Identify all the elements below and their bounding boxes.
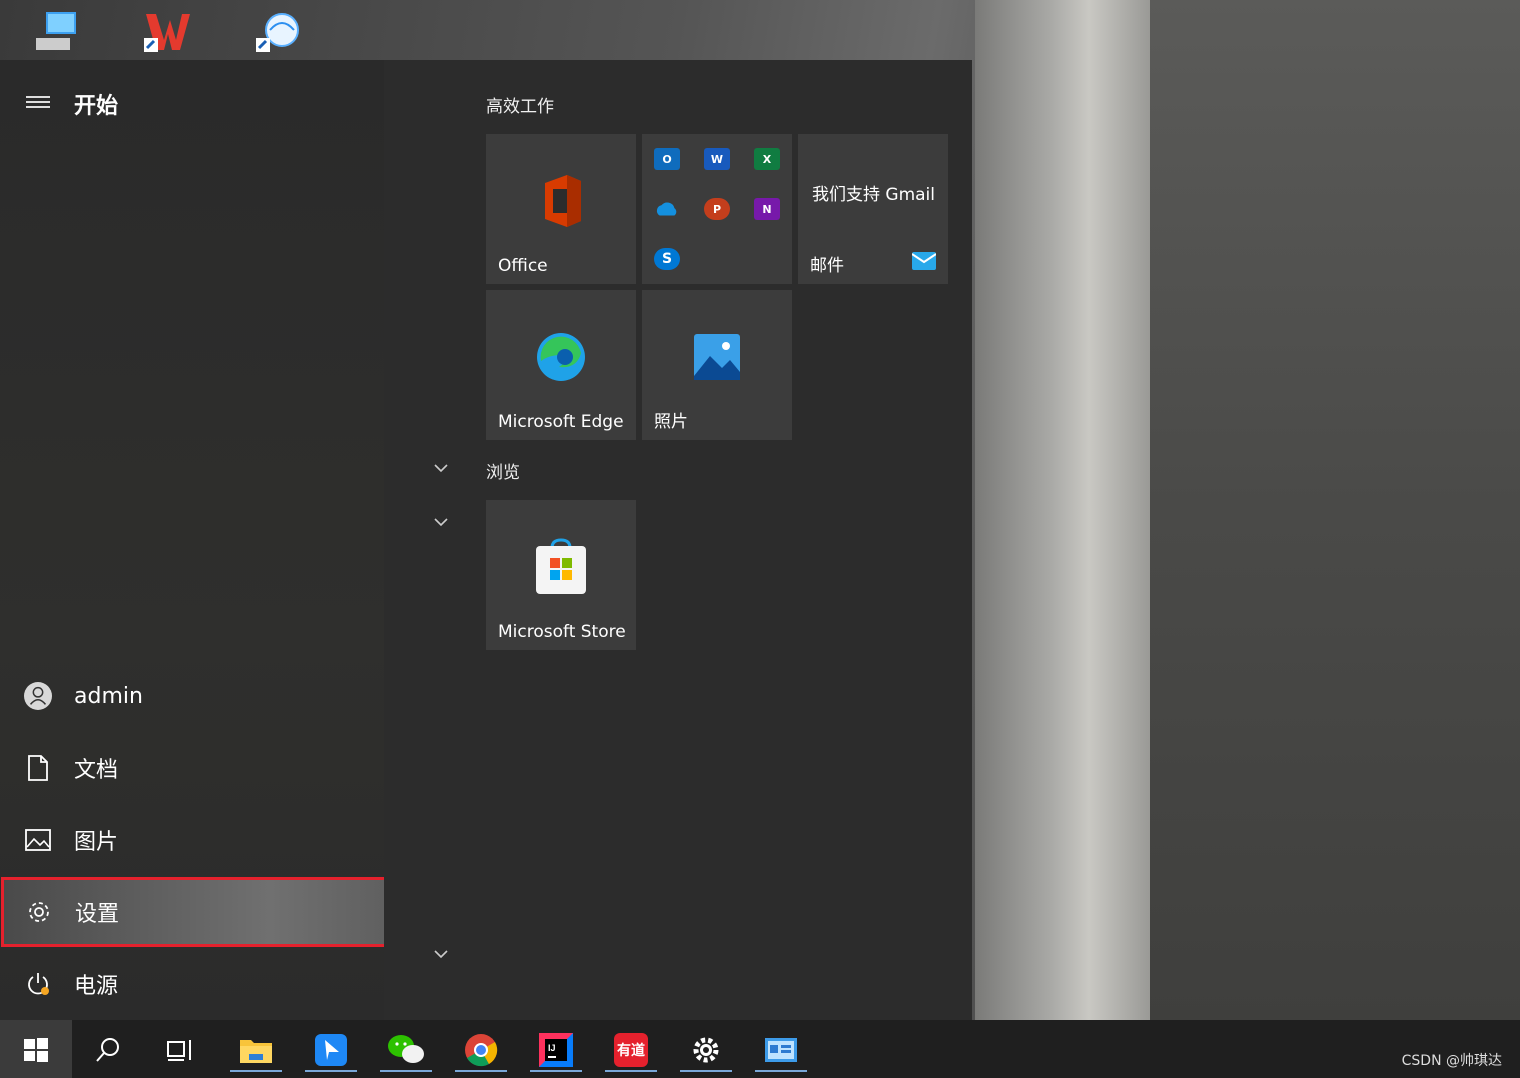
running-indicator [605,1070,657,1072]
running-indicator [455,1070,507,1072]
wallpaper-dark-rock [1150,0,1520,1020]
nav-power[interactable]: 电源 [0,952,384,1016]
network-desktop-icon[interactable] [256,10,304,54]
running-indicator [230,1070,282,1072]
nav-power-label: 电源 [74,974,119,999]
search-icon [96,1038,119,1062]
gear-icon [25,898,53,926]
nav-pictures-label: 图片 [74,830,119,855]
taskbar-settings[interactable] [676,1028,736,1072]
taskbar-file-explorer[interactable] [226,1028,286,1072]
taskbar-intellij[interactable]: IJ [526,1028,586,1072]
chevron-down-icon[interactable] [433,944,449,959]
user-avatar-icon [24,682,52,710]
onenote-icon: N [754,198,780,220]
nav-pictures[interactable]: 图片 [0,808,384,872]
powerpoint-icon: P [704,198,730,220]
picture-icon [24,826,52,854]
feishu-icon [315,1034,347,1066]
skype-icon: S [654,248,680,270]
wallpaper-light-rock [975,0,1165,1020]
tile-photos[interactable]: 照片 [642,290,792,440]
running-indicator [755,1070,807,1072]
store-bag-icon [534,538,588,600]
taskbar-youdao[interactable]: 有道 [601,1028,661,1072]
start-button[interactable] [0,1020,72,1078]
nav-settings[interactable]: 设置 [1,877,387,947]
task-view-button[interactable] [150,1028,210,1072]
group-title-productivity[interactable]: 高效工作 [486,92,554,117]
this-pc-desktop-icon[interactable] [32,10,80,54]
tile-office-apps[interactable]: O W X P N S [642,134,792,284]
folder-icon [240,1040,272,1063]
tile-edge[interactable]: Microsoft Edge [486,290,636,440]
chrome-icon [465,1034,498,1067]
tile-mail-gmail-text: 我们支持 Gmail [812,185,936,205]
tile-mail-label: 邮件 [810,256,844,276]
task-view-icon [167,1040,191,1061]
chevron-down-icon[interactable] [433,458,449,473]
taskbar-feishu[interactable] [301,1028,361,1072]
search-button[interactable] [78,1028,138,1072]
start-menu-left-pane [0,60,384,1020]
taskbar-wechat[interactable] [376,1028,436,1072]
nav-user[interactable]: admin [0,664,384,728]
outlook-icon: O [654,148,680,170]
tile-office-label: Office [498,256,548,276]
group-title-browse[interactable]: 浏览 [486,458,520,483]
tile-mail[interactable]: 我们支持 Gmail 邮件 [798,134,948,284]
intellij-icon: IJ [539,1033,573,1067]
power-icon [24,970,52,998]
taskbar-chrome[interactable] [451,1028,511,1072]
tile-store-label: Microsoft Store [498,622,626,642]
taskbar-control-panel[interactable] [751,1028,811,1072]
wechat-icon [388,1035,424,1063]
csdn-watermark: CSDN @帅琪达 [1401,1053,1502,1069]
tile-photos-label: 照片 [654,412,688,432]
tile-store[interactable]: Microsoft Store [486,500,636,650]
chevron-down-icon[interactable] [433,512,449,527]
taskbar: IJ 有道 [0,1020,1520,1078]
document-icon [24,754,52,782]
running-indicator [680,1070,732,1072]
onedrive-icon [654,198,680,220]
tile-edge-label: Microsoft Edge [498,412,624,432]
word-icon: W [704,148,730,170]
wps-desktop-icon[interactable] [144,10,192,54]
tile-office[interactable]: Office [486,134,636,284]
mail-envelope-icon [911,252,937,274]
youdao-icon: 有道 [614,1033,648,1067]
nav-user-label: admin [74,683,143,709]
nav-settings-label: 设置 [75,902,120,927]
excel-icon: X [754,148,780,170]
photos-icon [692,332,742,386]
svg-text:IJ: IJ [548,1043,556,1053]
control-panel-icon [765,1038,797,1062]
running-indicator [380,1070,432,1072]
nav-documents[interactable]: 文档 [0,736,384,800]
hamburger-menu-icon[interactable] [26,96,50,110]
nav-documents-label: 文档 [74,758,119,783]
running-indicator [530,1070,582,1072]
windows-logo-icon [24,1038,48,1062]
edge-icon [535,331,587,387]
running-indicator [305,1070,357,1072]
gear-icon [693,1037,719,1063]
start-title: 开始 [74,94,119,119]
office-logo-icon [537,173,585,233]
